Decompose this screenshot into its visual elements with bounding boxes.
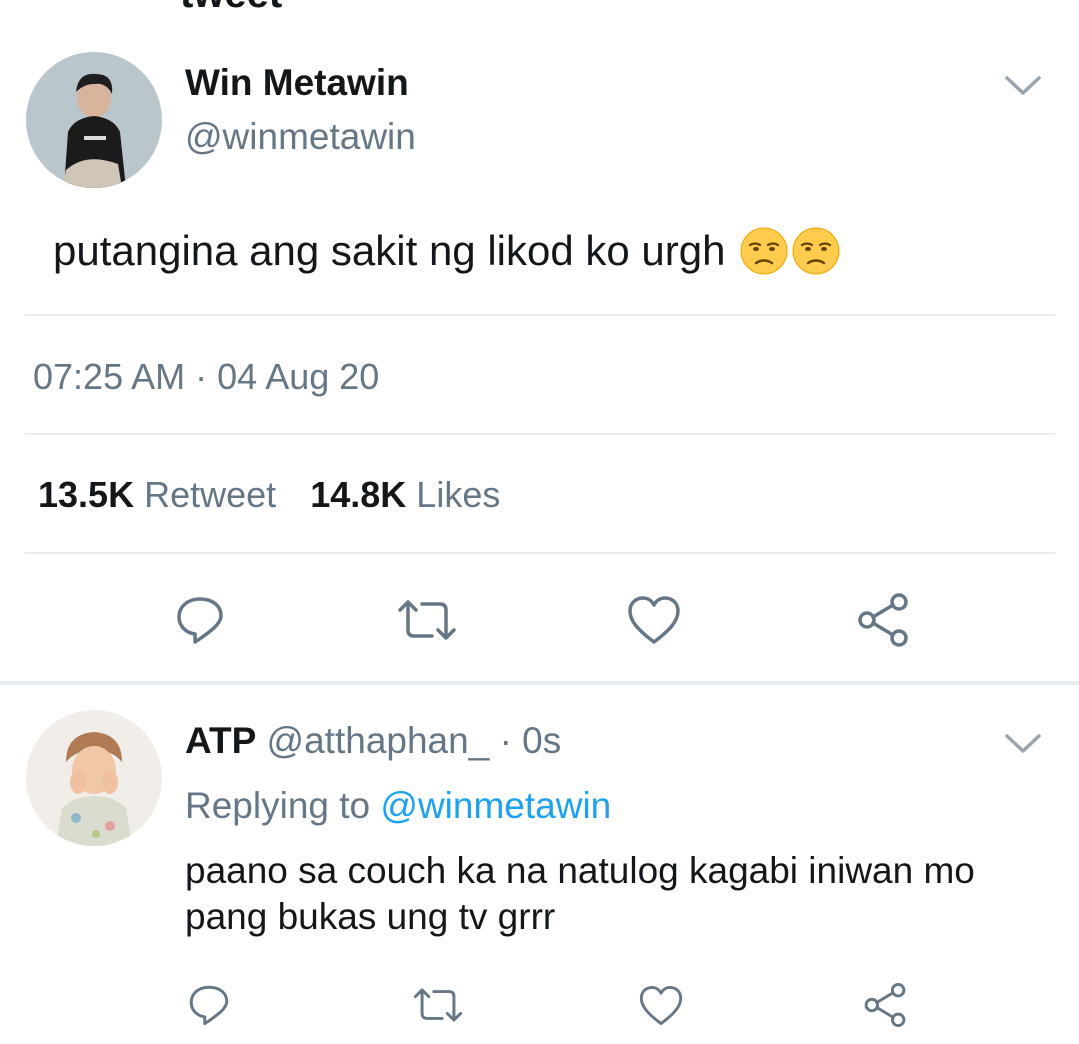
share-icon bbox=[864, 983, 906, 1027]
author-avatar[interactable] bbox=[26, 52, 162, 188]
reply-reply-button[interactable] bbox=[184, 980, 234, 1030]
chevron-down-icon bbox=[1005, 734, 1041, 753]
like-label: Likes bbox=[416, 474, 501, 515]
unamused-face-icon bbox=[740, 227, 788, 275]
timestamp-separator: · bbox=[195, 356, 208, 397]
reply-author-avatar[interactable] bbox=[26, 710, 162, 846]
heart-icon bbox=[628, 596, 680, 644]
tweet-text: putangina ang sakit ng likod ko urgh bbox=[53, 226, 841, 276]
tweet-stats: 13.5K Retweet 14.8K Likes bbox=[38, 474, 500, 516]
unamused-face-icon bbox=[792, 227, 840, 275]
replying-to: Replying to @winmetawin bbox=[185, 785, 611, 827]
replying-prefix: Replying to bbox=[185, 785, 371, 826]
reply-icon bbox=[189, 985, 229, 1026]
retweet-icon bbox=[413, 988, 463, 1022]
chevron-down-icon bbox=[1005, 76, 1041, 95]
reply-author-name[interactable]: ATP bbox=[185, 720, 256, 761]
reply-header: ATP @atthaphan_ · 0s bbox=[185, 720, 561, 762]
retweet-count: 13.5K bbox=[38, 474, 135, 515]
likes-stat[interactable]: 14.8K Likes bbox=[310, 474, 500, 515]
reply-text: paano sa couch ka na natulog kagabi iniw… bbox=[185, 850, 975, 937]
reply-share-button[interactable] bbox=[860, 980, 910, 1030]
share-icon bbox=[858, 593, 908, 647]
section-divider bbox=[0, 681, 1079, 685]
divider bbox=[25, 433, 1055, 435]
tweet-timestamp: 07:25 AM · 04 Aug 20 bbox=[33, 356, 379, 398]
reply-button[interactable] bbox=[170, 592, 230, 648]
divider bbox=[25, 314, 1055, 316]
tweet-menu-chevron[interactable] bbox=[1003, 74, 1043, 103]
reply-time: · 0s bbox=[499, 720, 562, 761]
reply-like-button[interactable] bbox=[636, 980, 686, 1030]
reply-author-handle[interactable]: @atthaphan_ bbox=[267, 720, 490, 761]
reply-menu-chevron[interactable] bbox=[1003, 732, 1043, 761]
author-handle[interactable]: @winmetawin bbox=[185, 116, 416, 158]
heart-icon bbox=[639, 985, 683, 1025]
reply-icon bbox=[177, 597, 223, 644]
retweet-stat[interactable]: 13.5K Retweet bbox=[38, 474, 286, 515]
reply-retweet-button[interactable] bbox=[410, 982, 466, 1028]
share-button[interactable] bbox=[853, 590, 913, 650]
like-button[interactable] bbox=[624, 590, 684, 650]
like-count: 14.8K bbox=[310, 474, 407, 515]
author-name[interactable]: Win Metawin bbox=[185, 62, 409, 104]
tweet-time: 07:25 AM bbox=[33, 356, 186, 397]
divider bbox=[25, 552, 1055, 554]
tweet-date: 04 Aug 20 bbox=[217, 356, 380, 397]
replying-handle-link[interactable]: @winmetawin bbox=[380, 785, 611, 826]
retweet-button[interactable] bbox=[395, 592, 459, 648]
retweet-label: Retweet bbox=[144, 474, 277, 515]
retweet-icon bbox=[398, 600, 456, 640]
tweet-text-content: putangina ang sakit ng likod ko urgh bbox=[53, 227, 726, 274]
page-title-fragment: tweet bbox=[180, 0, 282, 17]
